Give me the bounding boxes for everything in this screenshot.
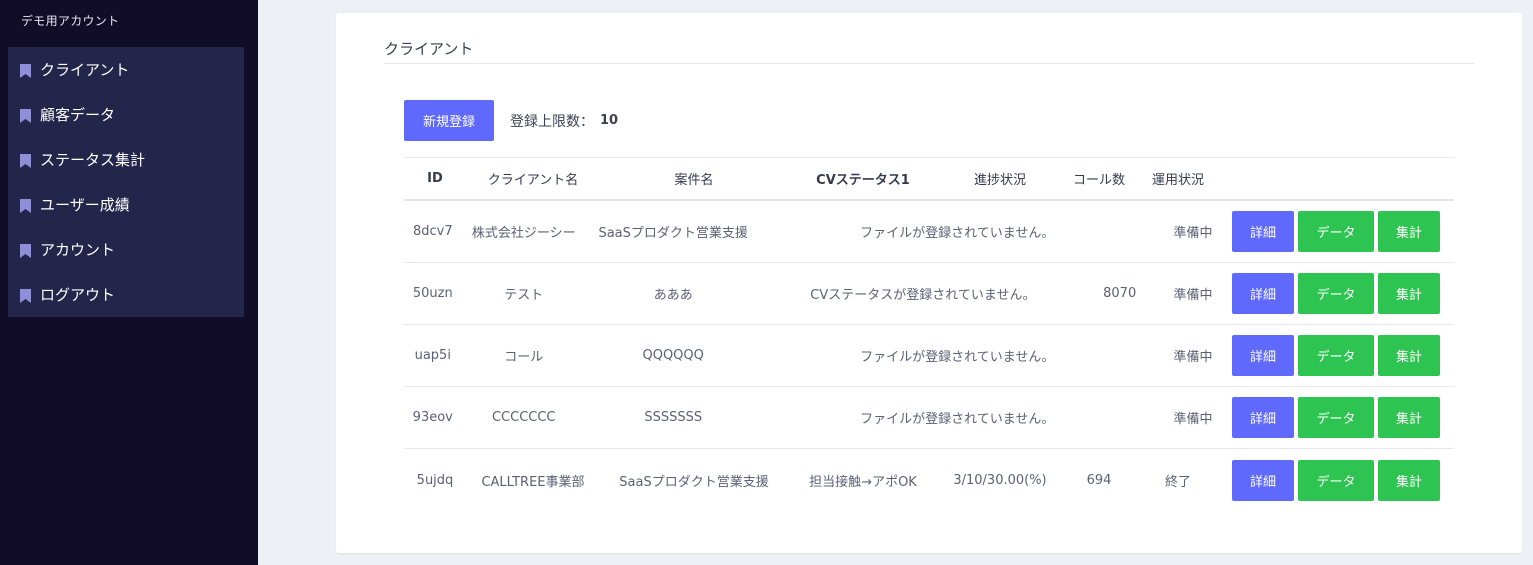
table-row: 8dcv7 株式会社ジーシー SaaSプロダクト営業支援 ファイルが登録されてい… — [404, 201, 1454, 263]
aggregate-button[interactable]: 集計 — [1378, 397, 1440, 438]
sidebar-item-clients[interactable]: クライアント — [8, 47, 244, 92]
sidebar-item-status-summary[interactable]: ステータス集計 — [8, 137, 244, 182]
cell-status-message: ファイルが登録されていません。 — [860, 412, 1055, 427]
bookmark-icon — [20, 288, 31, 303]
sidebar-item-logout[interactable]: ログアウト — [8, 272, 244, 317]
client-table: ID クライアント名 案件名 CVステータス1 進捗状況 コール数 運用状況 8… — [404, 157, 1454, 511]
aggregate-button[interactable]: 集計 — [1378, 335, 1440, 376]
cell-project-name: QQQQQQ — [642, 348, 704, 363]
detail-button[interactable]: 詳細 — [1232, 459, 1294, 501]
cell-client-name: 株式会社ジーシー — [471, 226, 576, 241]
row-actions: 詳細 データ 集計 — [1232, 211, 1454, 252]
cell-id: uap5i — [414, 348, 451, 363]
cell-call-count: 8070 — [1103, 286, 1137, 301]
aggregate-button[interactable]: 集計 — [1378, 459, 1440, 501]
detail-button[interactable]: 詳細 — [1232, 397, 1294, 438]
cell-progress: 3/10/30.00(%) — [953, 472, 1047, 488]
cell-status-message: CVステータスが登録されていません。 — [810, 288, 1036, 303]
cell-operation-status: 終了 — [1164, 474, 1191, 490]
registration-limit-value: 10 — [600, 113, 619, 128]
cell-status-message: ファイルが登録されていません。 — [860, 350, 1055, 365]
data-button[interactable]: データ — [1298, 211, 1374, 252]
detail-button[interactable]: 詳細 — [1232, 211, 1294, 252]
bookmark-icon — [20, 198, 31, 213]
bookmark-icon — [20, 63, 31, 78]
sidebar-item-customer-data[interactable]: 顧客データ — [8, 92, 244, 137]
header-id: ID — [427, 171, 443, 186]
bookmark-icon — [20, 243, 31, 258]
cell-project-name: SaaSプロダクト営業支援 — [598, 226, 748, 241]
bookmark-icon — [20, 153, 31, 168]
new-registration-button[interactable]: 新規登録 — [404, 100, 494, 141]
cell-client-name: コール — [504, 350, 544, 365]
sidebar-item-user-results[interactable]: ユーザー成績 — [8, 182, 244, 227]
detail-button[interactable]: 詳細 — [1232, 273, 1294, 314]
cell-cv-status: 担当接触→アポOK — [809, 474, 917, 490]
title-divider — [384, 63, 1474, 64]
sidebar-item-account[interactable]: アカウント — [8, 227, 244, 272]
main-card: クライアント 新規登録 登録上限数： 10 ID クライアント名 案件名 CVス… — [336, 13, 1522, 553]
sidebar-item-label: ユーザー成績 — [40, 196, 130, 214]
table-row: 50uzn テスト あああ CVステータスが登録されていません。 8070 準備… — [404, 263, 1454, 325]
cell-client-name: CALLTREE事業部 — [481, 474, 585, 490]
cell-id: 5ujdq — [416, 472, 454, 488]
table-row: 93eov CCCCCCC SSSSSSS ファイルが登録されていません。 準備… — [404, 387, 1454, 449]
cell-project-name: SSSSSSS — [644, 410, 703, 425]
aggregate-button[interactable]: 集計 — [1378, 273, 1440, 314]
detail-button[interactable]: 詳細 — [1232, 335, 1294, 376]
sidebar-item-label: クライアント — [40, 61, 130, 79]
sidebar-nav: クライアント 顧客データ ステータス集計 ユーザー成績 アカウント ログアウト — [8, 47, 244, 317]
cell-operation-status: 準備中 — [1173, 412, 1213, 427]
cell-id: 93eov — [412, 410, 453, 425]
row-actions: 詳細 データ 集計 — [1232, 397, 1454, 438]
header-call-count: コール数 — [1072, 173, 1125, 188]
row-actions: 詳細 データ 集計 — [1220, 459, 1454, 501]
sidebar: デモ用アカウント クライアント 顧客データ ステータス集計 ユーザー成績 アカウ… — [0, 0, 258, 565]
sidebar-item-label: アカウント — [40, 241, 116, 259]
account-name: デモ用アカウント — [21, 14, 120, 28]
cell-project-name: SaaSプロダクト営業支援 — [619, 474, 769, 490]
registration-limit-label: 登録上限数： — [510, 113, 594, 130]
cell-id: 50uzn — [412, 286, 453, 301]
header-cv-status: CVステータス1 — [816, 173, 910, 188]
header-project-name: 案件名 — [674, 173, 714, 188]
cell-client-name: テスト — [504, 288, 544, 303]
cell-client-name: CCCCCCC — [491, 410, 556, 425]
data-button[interactable]: データ — [1298, 459, 1374, 501]
cell-operation-status: 準備中 — [1173, 288, 1213, 303]
cell-status-message: ファイルが登録されていません。 — [860, 226, 1055, 241]
cell-operation-status: 準備中 — [1173, 350, 1213, 365]
sidebar-item-label: 顧客データ — [40, 106, 116, 124]
page-title: クライアント — [384, 40, 474, 58]
aggregate-button[interactable]: 集計 — [1378, 211, 1440, 252]
table-row: 5ujdq CALLTREE事業部 SaaSプロダクト営業支援 担当接触→アポO… — [404, 449, 1454, 511]
bookmark-icon — [20, 108, 31, 123]
sidebar-item-label: ステータス集計 — [40, 151, 146, 169]
cell-id: 8dcv7 — [412, 224, 453, 239]
data-button[interactable]: データ — [1298, 273, 1374, 314]
row-actions: 詳細 データ 集計 — [1232, 273, 1454, 314]
cell-call-count: 694 — [1086, 472, 1112, 488]
header-operation-status: 運用状況 — [1151, 173, 1204, 188]
header-client-name: クライアント名 — [487, 173, 579, 188]
sidebar-item-label: ログアウト — [40, 286, 116, 304]
data-button[interactable]: データ — [1298, 397, 1374, 438]
header-progress: 進捗状況 — [973, 173, 1026, 188]
data-button[interactable]: データ — [1298, 335, 1374, 376]
cell-project-name: あああ — [653, 288, 693, 303]
toolbar: 新規登録 登録上限数： 10 — [404, 100, 618, 141]
table-header: ID クライアント名 案件名 CVステータス1 進捗状況 コール数 運用状況 — [404, 158, 1454, 201]
row-actions: 詳細 データ 集計 — [1232, 335, 1454, 376]
table-row: uap5i コール QQQQQQ ファイルが登録されていません。 準備中 詳細 … — [404, 325, 1454, 387]
cell-operation-status: 準備中 — [1173, 226, 1213, 241]
